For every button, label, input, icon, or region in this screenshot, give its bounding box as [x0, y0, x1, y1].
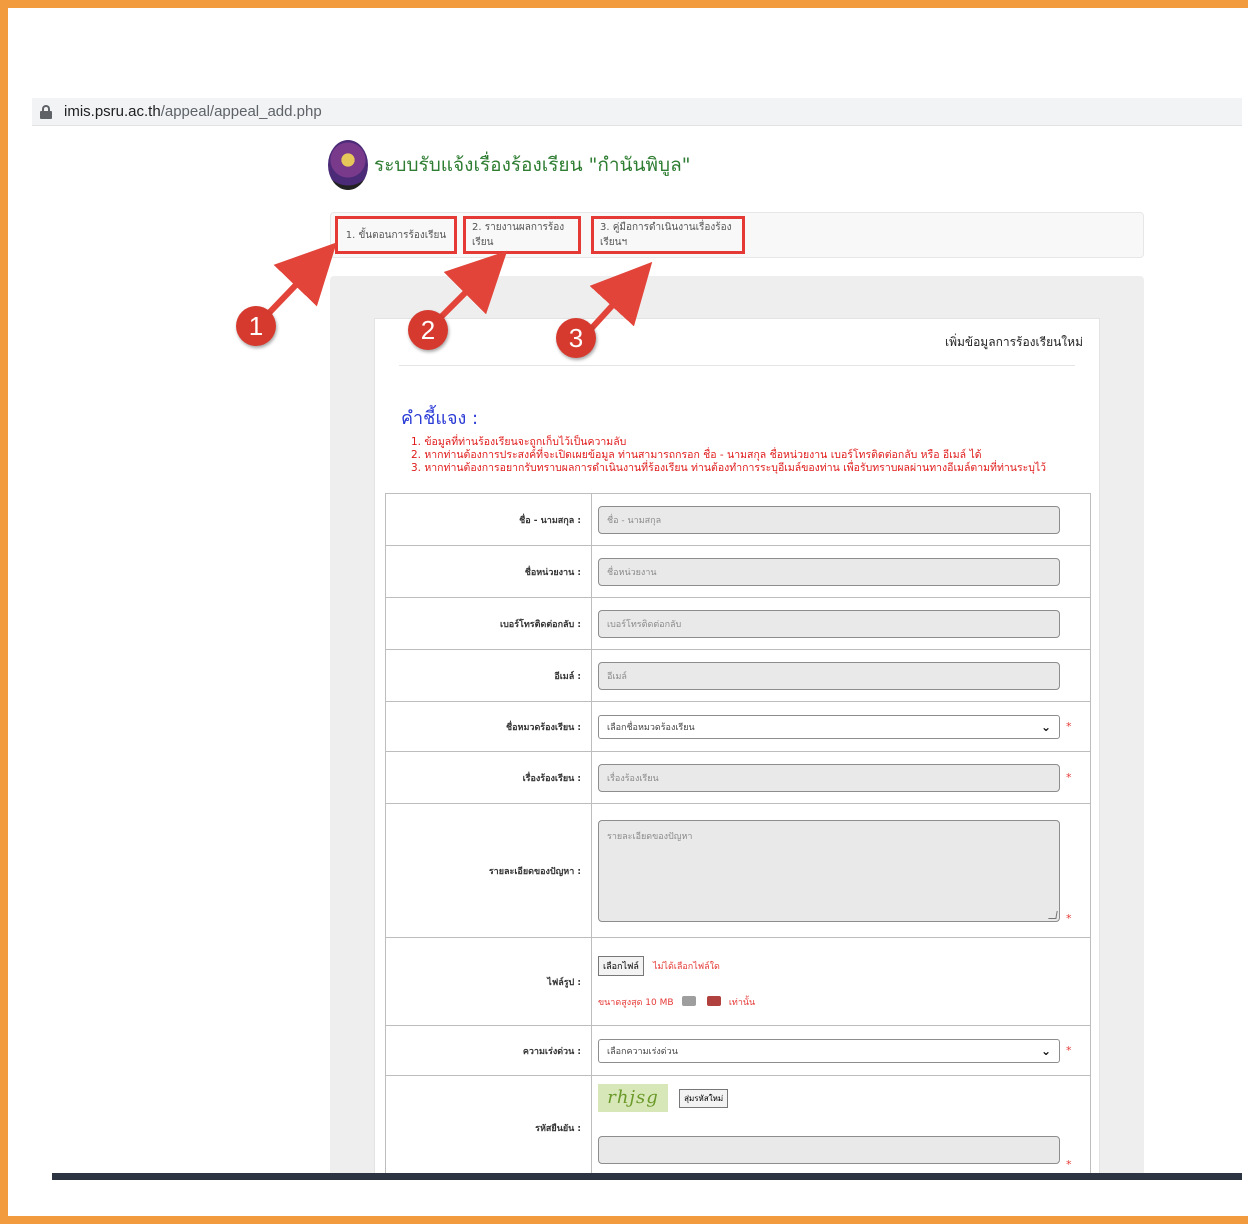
- university-logo: [328, 140, 368, 190]
- file-size-hint: ขนาดสูงสุด 10 MB: [598, 998, 674, 1008]
- form-row-captcha: รหัสยืนยัน : rhjsg สุ่มรหัสใหม่ *: [385, 1075, 1091, 1180]
- instruction-line: 3. หากท่านต้องการอยากรับทราบผลการดำเนินง…: [411, 462, 1047, 474]
- tab-complaint-manual[interactable]: 3. คู่มือการดำเนินงานเรื่องร้องเรียนฯ: [591, 216, 745, 254]
- required-mark: *: [1066, 1044, 1072, 1057]
- name-label: ชื่อ - นามสกุล :: [385, 493, 592, 546]
- subject-input[interactable]: เรื่องร้องเรียน: [598, 763, 1060, 792]
- annotation-badge-3: 3: [556, 318, 596, 358]
- address-bar[interactable]: imis.psru.ac.th/appeal/appeal_add.php: [32, 98, 1242, 126]
- url-text[interactable]: imis.psru.ac.th/appeal/appeal_add.php: [64, 103, 322, 120]
- subject-label: เรื่องร้องเรียน :: [385, 751, 592, 804]
- phone-placeholder: เบอร์โทรติดต่อกลับ: [607, 619, 682, 630]
- form-row-email: อีเมล์ : อีเมล์: [385, 649, 1091, 702]
- phone-input[interactable]: เบอร์โทรติดต่อกลับ: [598, 609, 1060, 638]
- file-status: ไม่ได้เลือกไฟล์ใด: [652, 962, 720, 972]
- form-row-detail: รายละเอียดของปัญหา : รายละเอียดของปัญหา …: [385, 803, 1091, 938]
- category-select[interactable]: เลือกชื่อหมวดร้องเรียน ⌄: [598, 714, 1060, 739]
- form-row-file: ไฟล์รูป : เลือกไฟล์ ไม่ได้เลือกไฟล์ใด ขน…: [385, 937, 1091, 1026]
- detail-label: รายละเอียดของปัญหา :: [385, 803, 592, 938]
- form-row-org: ชื่อหน่วยงาน : ชื่อหน่วยงาน: [385, 545, 1091, 598]
- captcha-image: rhjsg: [598, 1084, 668, 1112]
- form-row-subject: เรื่องร้องเรียน : เรื่องร้องเรียน *: [385, 751, 1091, 804]
- annotation-badge-1: 1: [236, 306, 276, 346]
- form-row-category: ชื่อหมวดร้องเรียน : เลือกชื่อหมวดร้องเรี…: [385, 701, 1091, 752]
- urgency-selected: เลือกความเร่งด่วน: [607, 1046, 678, 1057]
- form-title: เพิ่มข้อมูลการร้องเรียนใหม่: [944, 335, 1083, 349]
- chevron-down-icon: ⌄: [1040, 719, 1051, 734]
- instruction-line: 1. ข้อมูลที่ท่านร้องเรียนจะถูกเก็บไว้เป็…: [411, 436, 627, 448]
- email-input[interactable]: อีเมล์: [598, 661, 1060, 690]
- captcha-label: รหัสยืนยัน :: [385, 1075, 592, 1180]
- url-path: /appeal/appeal_add.php: [160, 103, 322, 120]
- tab-complaint-steps[interactable]: 1. ขั้นตอนการร้องเรียน: [335, 216, 457, 254]
- required-mark: *: [1066, 720, 1072, 733]
- detail-placeholder: รายละเอียดของปัญหา: [607, 831, 693, 842]
- required-mark: *: [1066, 912, 1072, 925]
- annotation-badge-2: 2: [408, 310, 448, 350]
- bottom-bar: [52, 1173, 1242, 1180]
- lock-icon: [40, 104, 52, 119]
- category-label: ชื่อหมวดร้องเรียน :: [385, 701, 592, 752]
- choose-file-button[interactable]: เลือกไฟล์: [598, 956, 644, 976]
- form-row-phone: เบอร์โทรติดต่อกลับ : เบอร์โทรติดต่อกลับ: [385, 597, 1091, 650]
- file-label: ไฟล์รูป :: [385, 937, 592, 1026]
- site-header: ระบบรับแจ้งเรื่องร้องเรียน "กำนันพิบูล": [328, 140, 690, 190]
- pdf-file-icon: [706, 995, 721, 1006]
- org-placeholder: ชื่อหน่วยงาน: [607, 567, 657, 578]
- org-label: ชื่อหน่วยงาน :: [385, 545, 592, 598]
- name-placeholder: ชื่อ - นามสกุล: [607, 515, 662, 526]
- email-label: อีเมล์ :: [385, 649, 592, 702]
- resize-handle-icon[interactable]: [1048, 910, 1058, 919]
- category-selected: เลือกชื่อหมวดร้องเรียน: [607, 722, 695, 733]
- urgency-select[interactable]: เลือกความเร่งด่วน ⌄: [598, 1038, 1060, 1063]
- required-mark: *: [1066, 771, 1072, 784]
- refresh-captcha-button[interactable]: สุ่มรหัสใหม่: [679, 1088, 729, 1108]
- chevron-down-icon: ⌄: [1040, 1043, 1051, 1058]
- navbar: 1. ขั้นตอนการร้องเรียน 2. รายงานผลการร้อ…: [330, 212, 1144, 258]
- phone-label: เบอร์โทรติดต่อกลับ :: [385, 597, 592, 650]
- name-input[interactable]: ชื่อ - นามสกุล: [598, 505, 1060, 534]
- required-mark: *: [1066, 1158, 1072, 1171]
- image-file-icon: [681, 995, 696, 1006]
- form-card: เพิ่มข้อมูลการร้องเรียนใหม่ คำชี้แจง : 1…: [374, 318, 1100, 1180]
- title-divider: [399, 365, 1075, 366]
- instruction-line: 2. หากท่านต้องการประสงค์ที่จะเปิดเผยข้อม…: [411, 449, 982, 461]
- urgency-label: ความเร่งด่วน :: [385, 1025, 592, 1076]
- captcha-input[interactable]: [598, 1136, 1060, 1164]
- org-input[interactable]: ชื่อหน่วยงาน: [598, 557, 1060, 586]
- file-hint-suffix: เท่านั้น: [728, 998, 756, 1008]
- form-row-name: ชื่อ - นามสกุล : ชื่อ - นามสกุล: [385, 493, 1091, 546]
- url-host: imis.psru.ac.th: [64, 103, 161, 120]
- email-placeholder: อีเมล์: [607, 671, 627, 682]
- subject-placeholder: เรื่องร้องเรียน: [607, 773, 659, 784]
- site-title: ระบบรับแจ้งเรื่องร้องเรียน "กำนันพิบูล": [374, 154, 691, 176]
- tab-complaint-report[interactable]: 2. รายงานผลการร้องเรียน: [463, 216, 581, 254]
- complaint-form: ชื่อ - นามสกุล : ชื่อ - นามสกุล ชื่อหน่ว…: [385, 493, 1091, 1180]
- form-row-urgency: ความเร่งด่วน : เลือกความเร่งด่วน ⌄ *: [385, 1025, 1091, 1076]
- detail-textarea[interactable]: รายละเอียดของปัญหา: [598, 819, 1060, 922]
- instructions-title: คำชี้แจง :: [401, 408, 479, 429]
- instructions: คำชี้แจง : 1. ข้อมูลที่ท่านร้องเรียนจะถู…: [401, 403, 1091, 475]
